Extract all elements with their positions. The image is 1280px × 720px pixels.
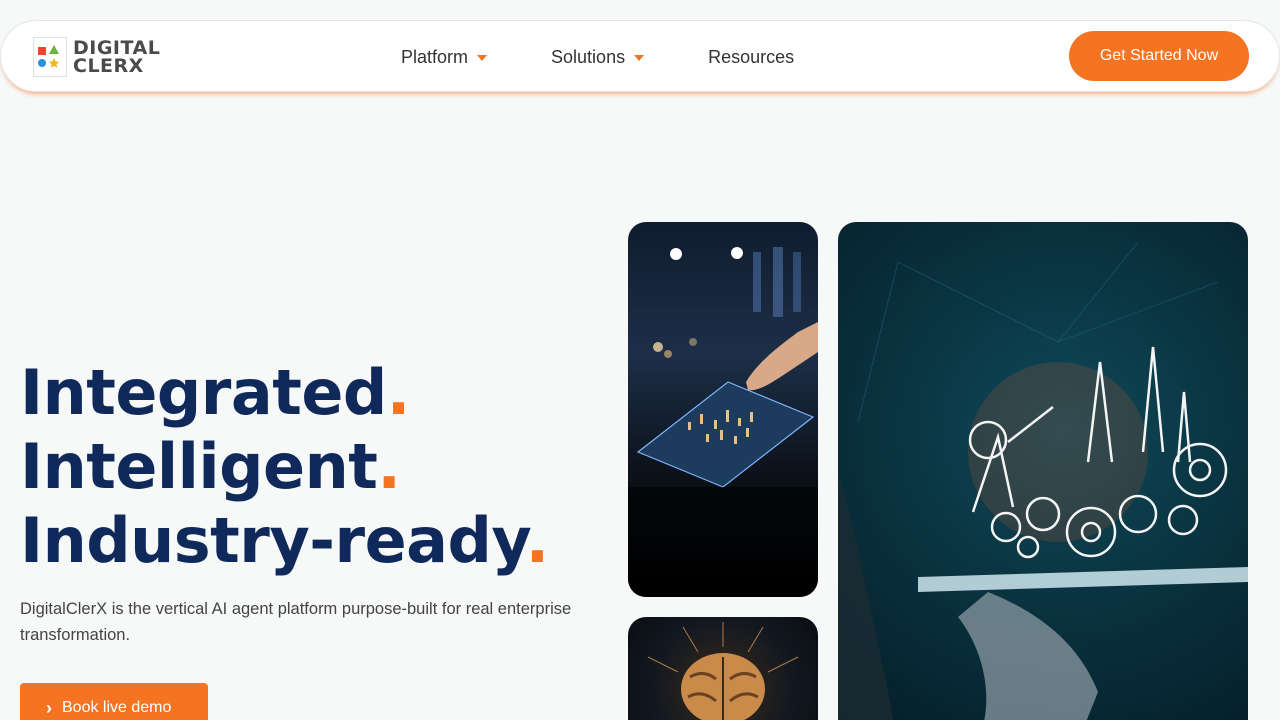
get-started-button[interactable]: Get Started Now	[1069, 31, 1249, 81]
headline-line-2: Intelligent.	[20, 430, 549, 504]
nav-item-label: Platform	[401, 46, 469, 67]
headline-line-1: Integrated.	[20, 356, 549, 430]
hero-headline: Integrated. Intelligent. Industry-ready.	[20, 356, 549, 578]
logo-icon	[33, 37, 67, 77]
hero-subtext: DigitalClerX is the vertical AI agent pl…	[20, 600, 572, 644]
nav-item-resources[interactable]: Resources	[708, 47, 794, 68]
main-nav: Platform Solutions Resources	[401, 21, 794, 93]
top-navbar: DIGITAL CLERX Platform Solutions Resourc…	[0, 20, 1280, 92]
caret-down-icon	[634, 55, 645, 61]
nav-item-solutions[interactable]: Solutions	[551, 46, 645, 68]
chevron-right-icon: ›	[46, 697, 52, 718]
nav-item-label: Resources	[708, 46, 795, 67]
logo-wordmark: DIGITAL CLERX	[73, 39, 160, 77]
caret-down-icon	[477, 55, 488, 61]
brand-logo[interactable]: DIGITAL CLERX	[33, 37, 160, 77]
headline-line-3: Industry-ready.	[20, 504, 549, 578]
nav-item-platform[interactable]: Platform	[401, 46, 488, 68]
hero-image-industrial-tablet	[838, 222, 1248, 720]
accent-dot: .	[377, 430, 401, 503]
accent-dot: .	[386, 356, 411, 429]
hero-image-brain	[628, 617, 818, 720]
accent-dot: .	[525, 504, 550, 577]
hero-image-circuit-hand	[628, 222, 818, 597]
logo-line-2: CLERX	[73, 55, 144, 77]
headline-word: Industry-ready	[20, 504, 526, 577]
headline-word: Intelligent	[20, 430, 378, 503]
book-demo-button[interactable]: › Book live demo	[20, 683, 208, 720]
headline-word: Integrated	[20, 356, 387, 429]
nav-item-label: Solutions	[551, 46, 626, 67]
book-demo-label: Book live demo	[62, 699, 172, 716]
